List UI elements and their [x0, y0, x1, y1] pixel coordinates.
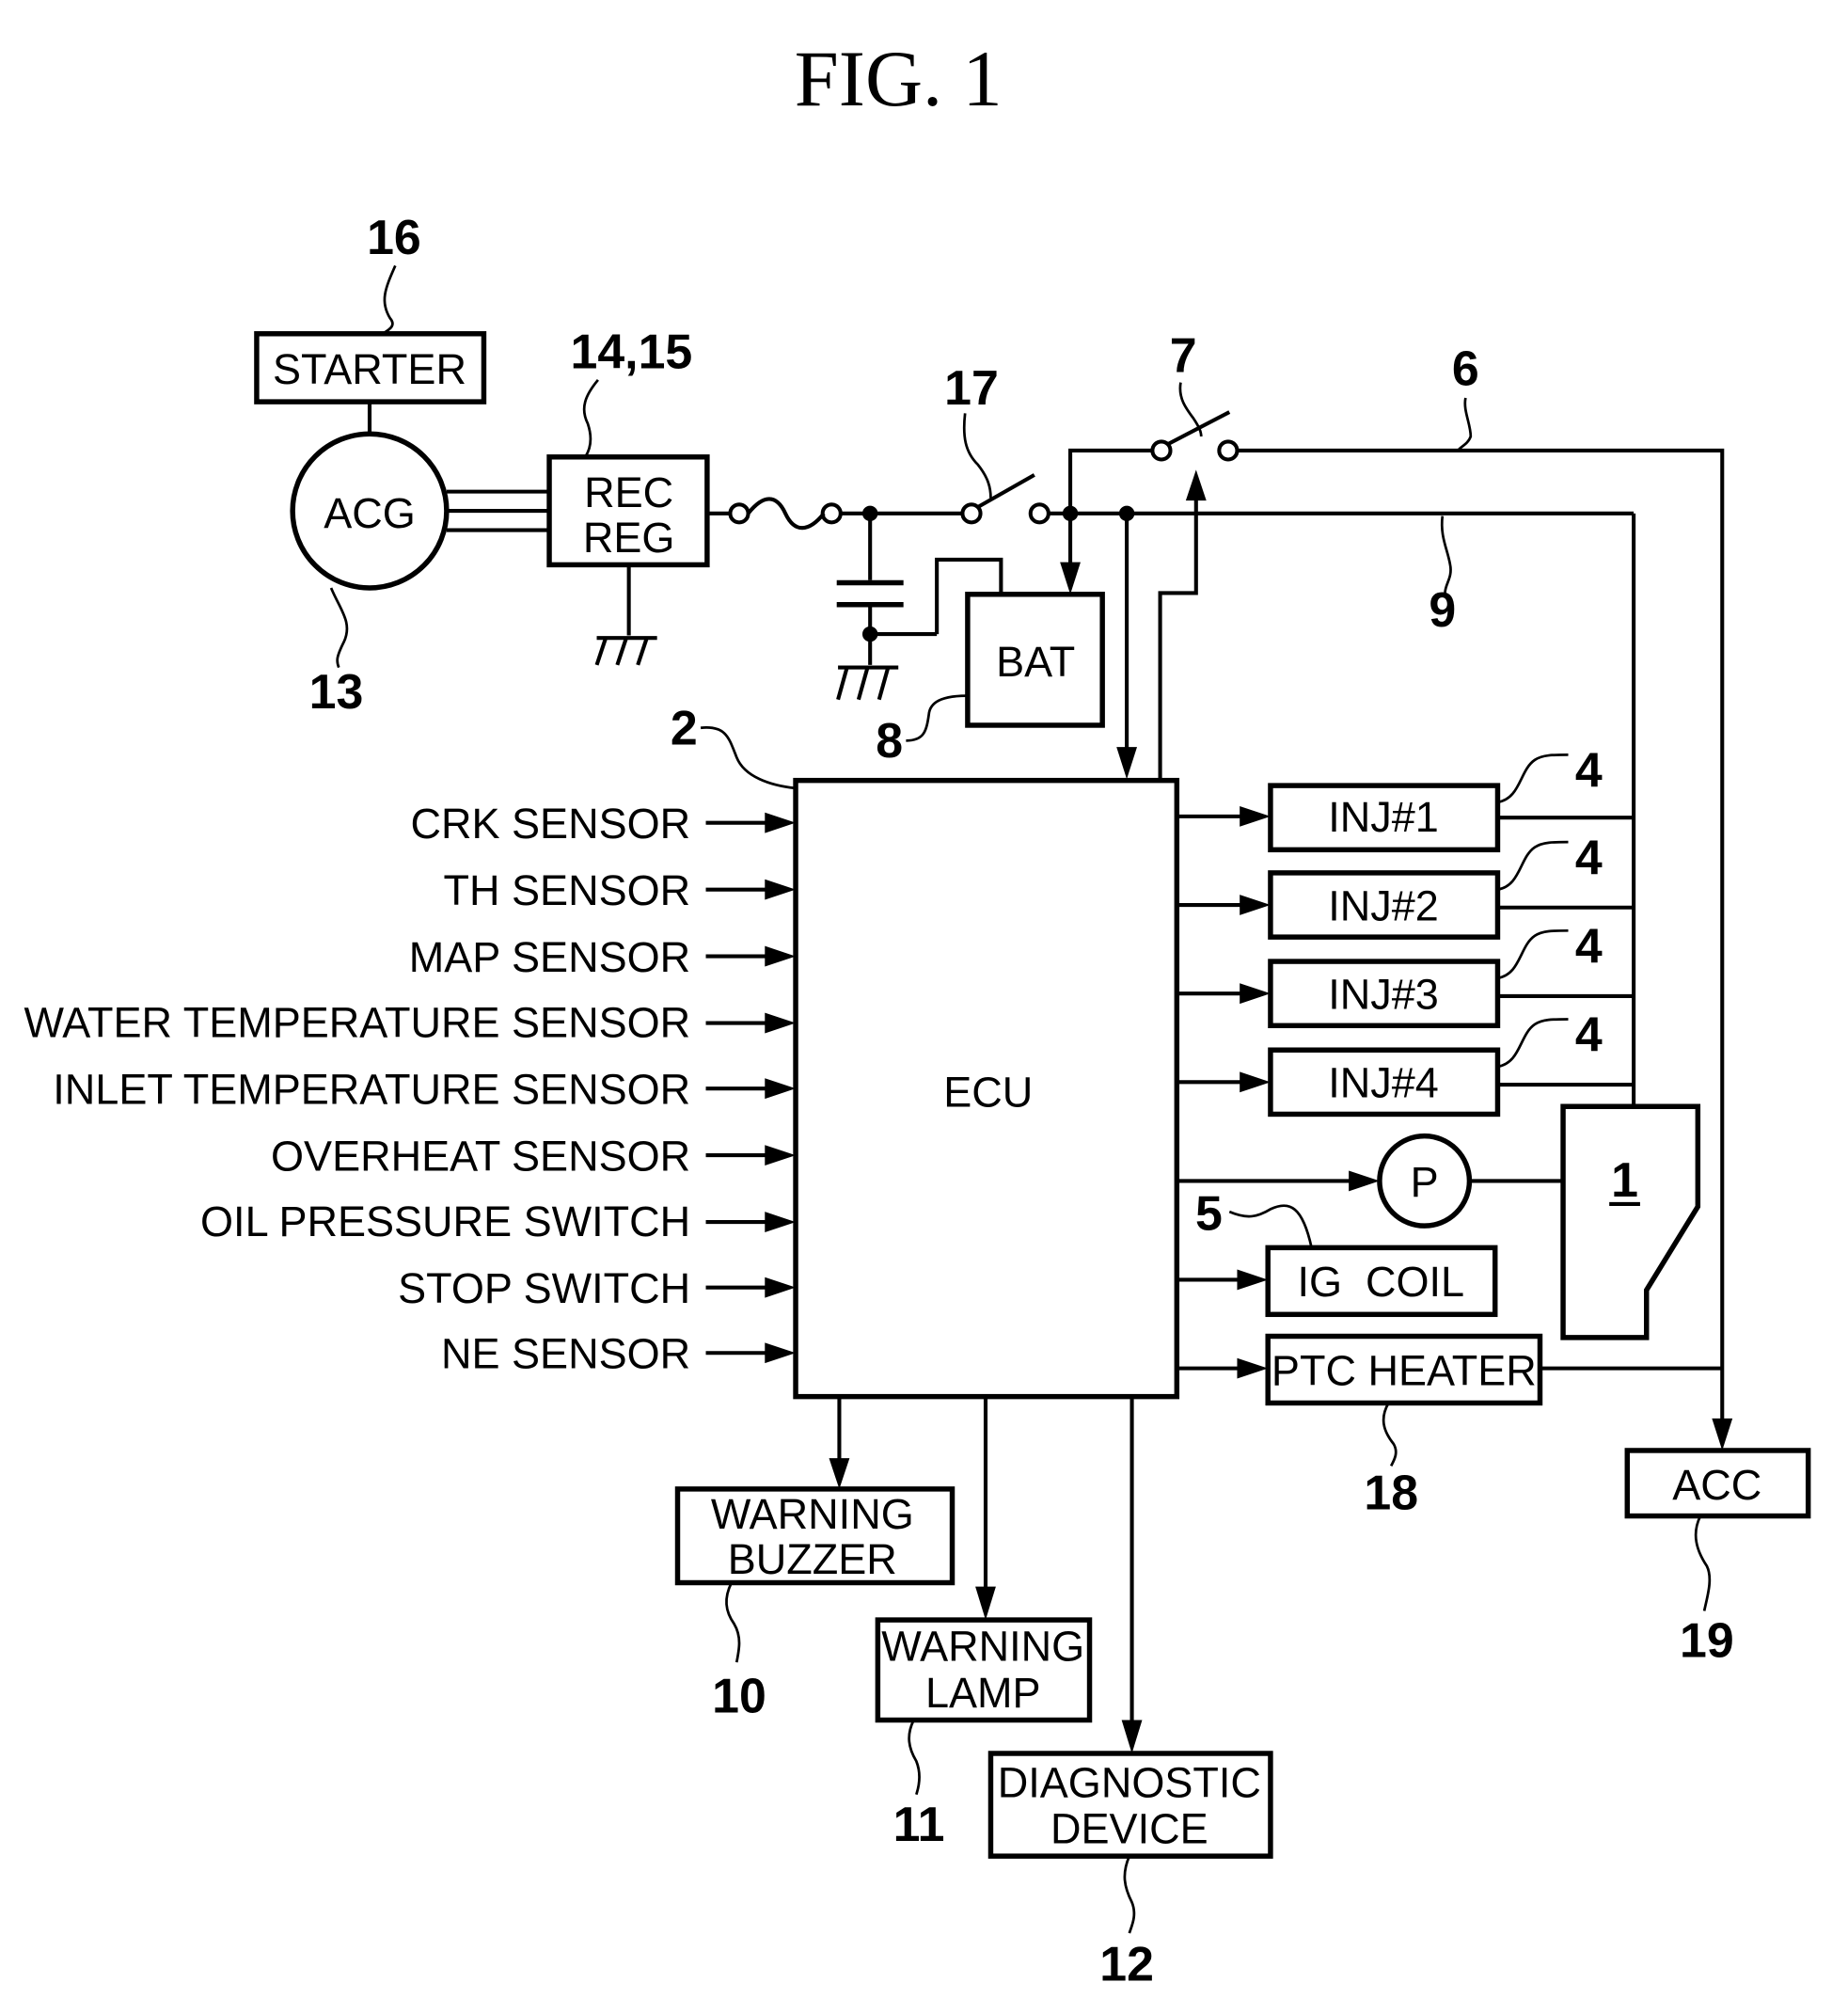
- svg-text:OIL PRESSURE SWITCH: OIL PRESSURE SWITCH: [200, 1197, 690, 1245]
- warning-buzzer-ref: 10: [712, 1668, 766, 1722]
- circuit-diagram: FIG. 1 STARTER 16 ACG 13 REC REG 14,15 1…: [24, 36, 1811, 1991]
- acg-label: ACG: [324, 489, 416, 537]
- diagnostic-device-line1: DIAGNOSTIC: [998, 1758, 1261, 1806]
- arrow-icon: [1712, 1418, 1733, 1451]
- ignition-switch-7[interactable]: 7: [1150, 328, 1240, 462]
- ground-icon: [594, 636, 657, 666]
- ecu-label: ECU: [943, 1068, 1033, 1116]
- warning-buzzer-line2: BUZZER: [728, 1535, 897, 1583]
- input-oil-pressure-switch: OIL PRESSURE SWITCH: [200, 1197, 797, 1245]
- line6-leader: [1457, 397, 1473, 452]
- svg-text:4: 4: [1575, 1007, 1603, 1062]
- figure-title: FIG. 1: [795, 36, 1003, 123]
- battery-label: BAT: [996, 638, 1075, 686]
- main-switch-17[interactable]: 17: [944, 360, 1050, 525]
- battery-leader: [906, 694, 968, 742]
- injector-1: INJ#1 4: [1177, 742, 1635, 853]
- arrow-icon: [1185, 469, 1207, 501]
- rectifier-regulator-block: REC REG 14,15: [546, 325, 710, 666]
- svg-text:4: 4: [1575, 918, 1603, 973]
- input-ne-sensor: NE SENSOR: [441, 1330, 797, 1378]
- reg-label: REG: [583, 514, 675, 562]
- svg-text:TH SENSOR: TH SENSOR: [444, 866, 691, 914]
- ig-coil-ref: 5: [1195, 1185, 1223, 1240]
- pump-label: P: [1411, 1158, 1439, 1206]
- diagnostic-device-line2: DEVICE: [1050, 1805, 1208, 1853]
- input-water-temperature-sensor: WATER TEMPERATURE SENSOR: [24, 999, 797, 1047]
- recreg-leader: [582, 379, 599, 458]
- svg-text:INJ#4: INJ#4: [1328, 1059, 1439, 1107]
- fuse-icon: [706, 497, 843, 531]
- input-map-sensor: MAP SENSOR: [409, 933, 797, 981]
- starter-ref: 16: [367, 210, 421, 264]
- arrow-icon: [1116, 747, 1138, 780]
- ground-icon: [836, 665, 899, 701]
- ecu-block: ECU 2: [671, 700, 1180, 1400]
- svg-text:NE SENSOR: NE SENSOR: [441, 1330, 690, 1378]
- recreg-ref: 14,15: [571, 325, 693, 379]
- rec-label: REC: [584, 468, 673, 516]
- ptc-heater-ref: 18: [1364, 1466, 1418, 1520]
- ecu-leader: [700, 726, 797, 790]
- input-inlet-temperature-sensor: INLET TEMPERATURE SENSOR: [53, 1066, 797, 1114]
- svg-text:WATER TEMPERATURE SENSOR: WATER TEMPERATURE SENSOR: [24, 999, 690, 1047]
- diagnostic-device-ref: 12: [1099, 1937, 1154, 1991]
- line6-ref: 6: [1452, 341, 1479, 395]
- switch17-ref: 17: [944, 360, 999, 415]
- svg-text:STOP SWITCH: STOP SWITCH: [398, 1264, 690, 1312]
- ig-coil-label: IG COIL: [1297, 1258, 1464, 1306]
- input-stop-switch: STOP SWITCH: [398, 1264, 797, 1312]
- fuel-pump: P: [1177, 1133, 1564, 1229]
- starter-block: STARTER 16: [254, 210, 487, 435]
- starter-label: STARTER: [273, 345, 466, 393]
- injectors: INJ#1 4 INJ#2 4 INJ#3 4 INJ#4 4: [1177, 742, 1635, 1118]
- svg-text:MAP SENSOR: MAP SENSOR: [409, 933, 690, 981]
- acc-label: ACC: [1672, 1461, 1761, 1509]
- svg-text:4: 4: [1575, 742, 1603, 797]
- svg-text:INJ#2: INJ#2: [1328, 881, 1439, 929]
- input-crk-sensor: CRK SENSOR: [410, 800, 797, 848]
- svg-text:OVERHEAT SENSOR: OVERHEAT SENSOR: [271, 1132, 690, 1180]
- warning-lamp-line2: LAMP: [925, 1669, 1041, 1717]
- battery-block: BAT 8: [876, 592, 1105, 768]
- acg-ref: 13: [309, 664, 364, 719]
- starter-leader: [380, 264, 397, 337]
- battery-ref: 8: [876, 713, 903, 768]
- acg-leader: [329, 587, 349, 669]
- svg-text:INLET TEMPERATURE SENSOR: INLET TEMPERATURE SENSOR: [53, 1066, 690, 1114]
- svg-text:4: 4: [1575, 830, 1603, 884]
- ptc-heater-label: PTC HEATER: [1271, 1346, 1537, 1394]
- svg-text:INJ#1: INJ#1: [1328, 793, 1439, 841]
- acc-block: ACC 19: [1624, 1448, 1811, 1668]
- switch7-ref: 7: [1170, 328, 1197, 383]
- acc-ref: 19: [1680, 1613, 1734, 1668]
- ecu-ref: 2: [671, 700, 698, 754]
- engine-block: 1: [1560, 1103, 1701, 1340]
- line9-ref: 9: [1429, 582, 1456, 637]
- acg-block: ACG 13: [290, 431, 550, 719]
- svg-text:CRK SENSOR: CRK SENSOR: [410, 800, 690, 848]
- warning-buzzer-line1: WARNING: [711, 1490, 914, 1538]
- warning-lamp-ref: 11: [893, 1797, 945, 1851]
- warning-lamp-line1: WARNING: [881, 1623, 1084, 1671]
- svg-text:INJ#3: INJ#3: [1328, 971, 1439, 1019]
- input-th-sensor: TH SENSOR: [444, 866, 797, 914]
- arrow-icon: [1060, 562, 1081, 595]
- switch17-leader: [962, 413, 992, 499]
- sensor-inputs: CRK SENSOR TH SENSOR MAP SENSOR WATER TE…: [24, 800, 797, 1378]
- input-overheat-sensor: OVERHEAT SENSOR: [271, 1132, 797, 1180]
- switch7-leader: [1178, 382, 1203, 437]
- engine-label: 1: [1611, 1152, 1638, 1207]
- ig-coil: IG COIL 5: [1177, 1185, 1498, 1318]
